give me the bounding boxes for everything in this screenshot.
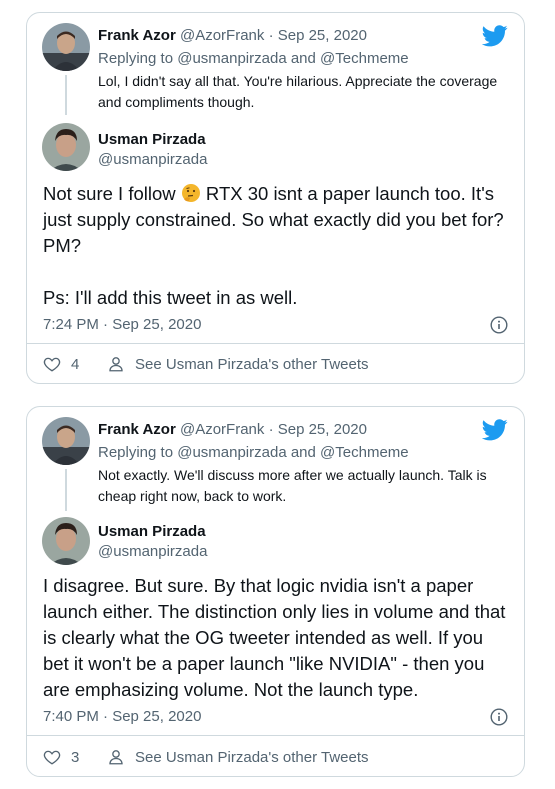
quoted-tweet-text: Not exactly. We'll discuss more after we…	[98, 467, 487, 504]
thinking-face-icon	[181, 183, 201, 203]
like-button[interactable]: 4	[43, 355, 79, 373]
separator: ·	[268, 421, 274, 438]
person-icon	[109, 750, 123, 765]
twitter-bird-icon[interactable]	[481, 419, 508, 441]
tweet-card[interactable]: Frank Azor @AzorFrank · Sep 25, 2020 Rep…	[26, 406, 525, 777]
quoted-author-handle[interactable]: @AzorFrank	[180, 27, 264, 44]
quoted-tweet-text: Lol, I didn't say all that. You're hilar…	[98, 73, 498, 110]
replying-to: Replying to @usmanpirzada and @Techmeme	[98, 50, 409, 67]
replying-and: and	[290, 444, 316, 461]
see-other-tweets-link[interactable]: See Usman Pirzada's other Tweets	[107, 748, 369, 766]
quoted-tweet-header: Frank Azor @AzorFrank · Sep 25, 2020	[98, 27, 367, 45]
like-count: 3	[71, 748, 80, 766]
info-icon[interactable]	[490, 708, 508, 726]
tweet-text-part: Ps: I'll add this tweet in as well.	[43, 287, 298, 308]
replying-to-label: Replying to	[98, 50, 174, 67]
quoted-author-name[interactable]: Frank Azor	[98, 421, 176, 438]
tweet-text: I disagree. But sure. By that logic nvid…	[43, 575, 506, 700]
mention-link[interactable]: @usmanpirzada	[177, 444, 286, 461]
thread-line	[65, 75, 67, 115]
avatar[interactable]	[42, 23, 90, 71]
see-other-tweets-link[interactable]: See Usman Pirzada's other Tweets	[107, 355, 369, 373]
person-icon	[109, 357, 123, 372]
author-name[interactable]: Usman Pirzada	[98, 523, 206, 540]
quoted-author-handle[interactable]: @AzorFrank	[180, 421, 264, 438]
author-handle[interactable]: @usmanpirzada	[98, 543, 207, 560]
see-other-tweets-label[interactable]: See Usman Pirzada's other Tweets	[135, 749, 369, 766]
avatar[interactable]	[42, 417, 90, 465]
divider	[27, 735, 524, 736]
tweet-timestamp[interactable]: 7:24 PM · Sep 25, 2020	[43, 316, 201, 333]
tweet-text-part: Not sure I follow	[43, 183, 176, 204]
avatar[interactable]	[42, 123, 90, 171]
tweet-card[interactable]: Frank Azor @AzorFrank · Sep 25, 2020 Rep…	[26, 12, 525, 384]
author-handle[interactable]: @usmanpirzada	[98, 151, 207, 168]
like-button[interactable]: 3	[43, 748, 79, 766]
tweet-text: Not sure I follow RTX 30 isnt a paper la…	[43, 181, 513, 311]
quoted-date[interactable]: Sep 25, 2020	[278, 421, 367, 438]
like-count: 4	[71, 355, 80, 373]
tweet-timestamp[interactable]: 7:40 PM · Sep 25, 2020	[43, 708, 201, 725]
author-name[interactable]: Usman Pirzada	[98, 131, 206, 148]
separator: ·	[268, 27, 274, 44]
replying-to-label: Replying to	[98, 444, 174, 461]
avatar[interactable]	[42, 517, 90, 565]
see-other-tweets-label[interactable]: See Usman Pirzada's other Tweets	[135, 356, 369, 373]
info-icon[interactable]	[490, 316, 508, 334]
quoted-tweet-header: Frank Azor @AzorFrank · Sep 25, 2020	[98, 421, 367, 439]
quoted-date[interactable]: Sep 25, 2020	[278, 27, 367, 44]
replying-and: and	[290, 50, 316, 67]
replying-to: Replying to @usmanpirzada and @Techmeme	[98, 444, 409, 461]
quoted-author-name[interactable]: Frank Azor	[98, 27, 176, 44]
mention-link[interactable]: @Techmeme	[320, 50, 409, 67]
thread-line	[65, 469, 67, 511]
mention-link[interactable]: @usmanpirzada	[177, 50, 286, 67]
divider	[27, 343, 524, 344]
heart-icon	[43, 750, 61, 765]
twitter-bird-icon[interactable]	[481, 25, 508, 47]
mention-link[interactable]: @Techmeme	[320, 444, 409, 461]
heart-icon	[43, 357, 61, 372]
